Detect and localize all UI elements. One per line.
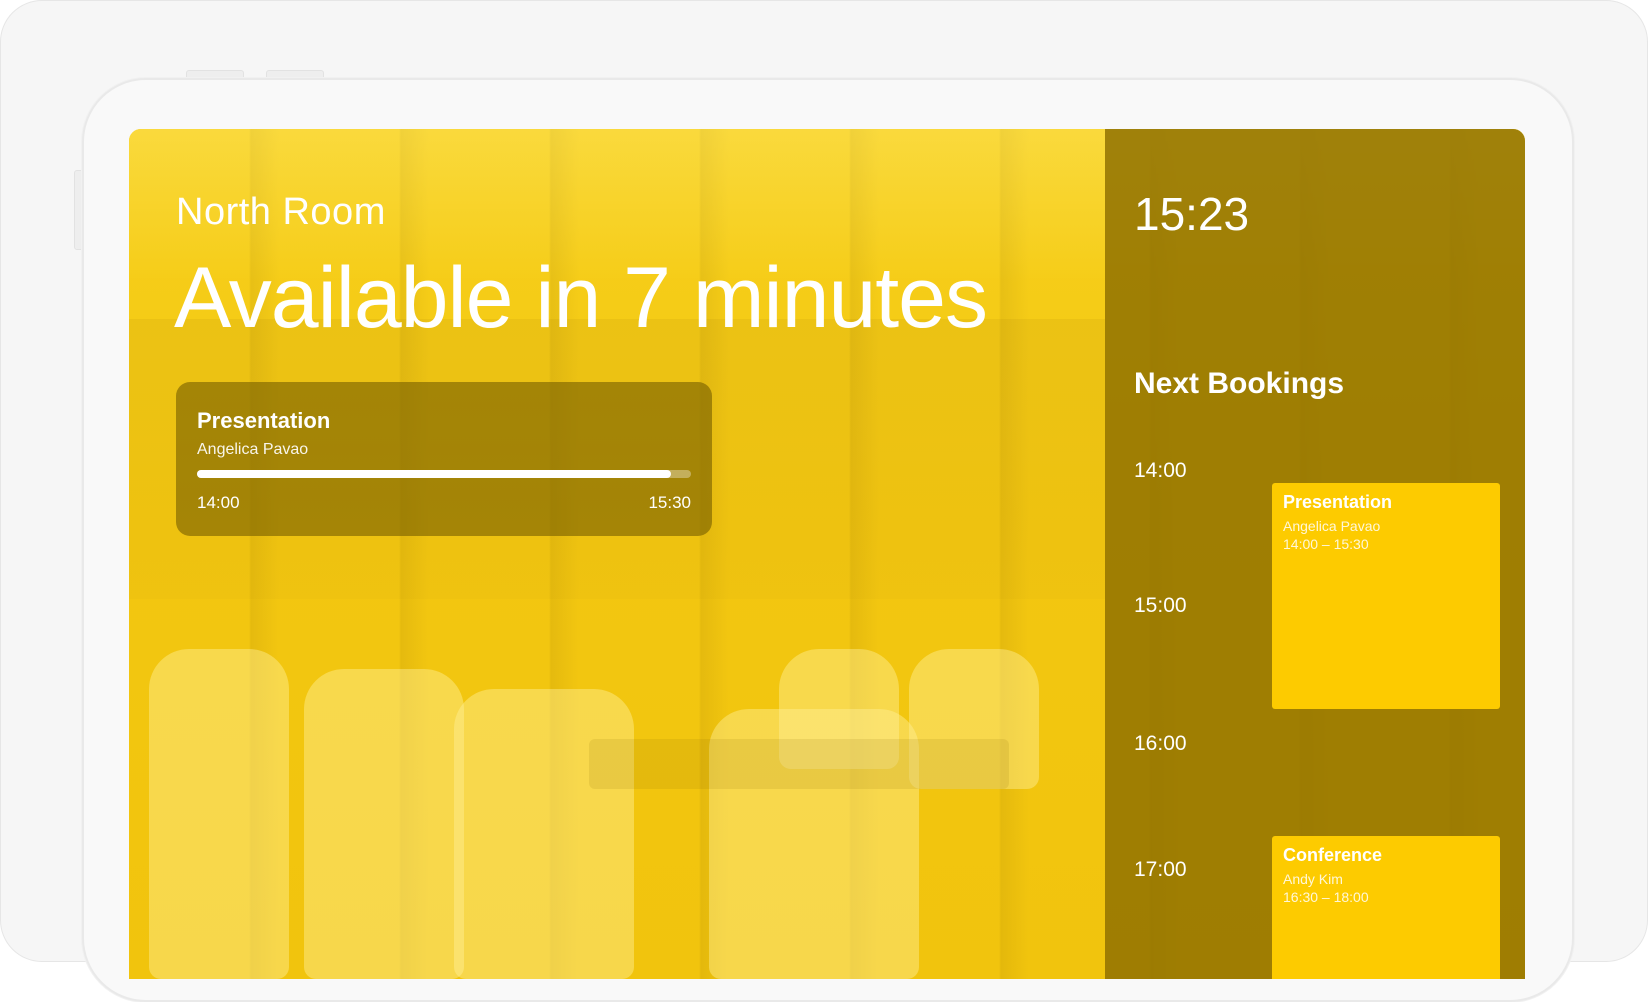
timeline-hour: 17:00 xyxy=(1134,858,1187,881)
room-name: North Room xyxy=(176,191,386,233)
current-meeting-title: Presentation xyxy=(197,408,331,433)
current-meeting-end: 15:30 xyxy=(648,493,691,512)
booking-time: 14:00 – 15:30 xyxy=(1283,536,1369,552)
current-meeting-owner: Angelica Pavao xyxy=(197,441,309,458)
room-display-screen: North Room Available in 7 minutes Presen… xyxy=(129,129,1525,979)
bookings-sidebar: 15:23 Next Bookings 14:00 15:00 16:00 17… xyxy=(1105,129,1525,979)
timeline-hour: 15:00 xyxy=(1134,594,1187,617)
meeting-progress-fill xyxy=(197,470,672,478)
meeting-progress-bar xyxy=(197,470,691,478)
timeline-hour: 14:00 xyxy=(1134,459,1187,482)
timeline-hour: 16:00 xyxy=(1134,732,1187,755)
availability-status: Available in 7 minutes xyxy=(174,250,988,346)
next-bookings-heading: Next Bookings xyxy=(1134,367,1345,400)
booking-title: Presentation xyxy=(1283,492,1393,512)
main-panel: North Room Available in 7 minutes Presen… xyxy=(129,129,1105,979)
booking-block[interactable]: Presentation Angelica Pavao 14:00 – 15:3… xyxy=(1272,483,1500,709)
booking-title: Conference xyxy=(1283,845,1383,865)
booking-block[interactable]: Conference Andy Kim 16:30 – 18:00 xyxy=(1272,836,1500,979)
current-time: 15:23 xyxy=(1134,188,1250,240)
current-meeting-start: 14:00 xyxy=(197,493,240,512)
current-meeting-card[interactable]: Presentation Angelica Pavao 14:00 15:30 xyxy=(176,382,712,536)
booking-owner: Angelica Pavao xyxy=(1283,518,1381,534)
booking-owner: Andy Kim xyxy=(1283,871,1343,887)
booking-time: 16:30 – 18:00 xyxy=(1283,889,1369,905)
